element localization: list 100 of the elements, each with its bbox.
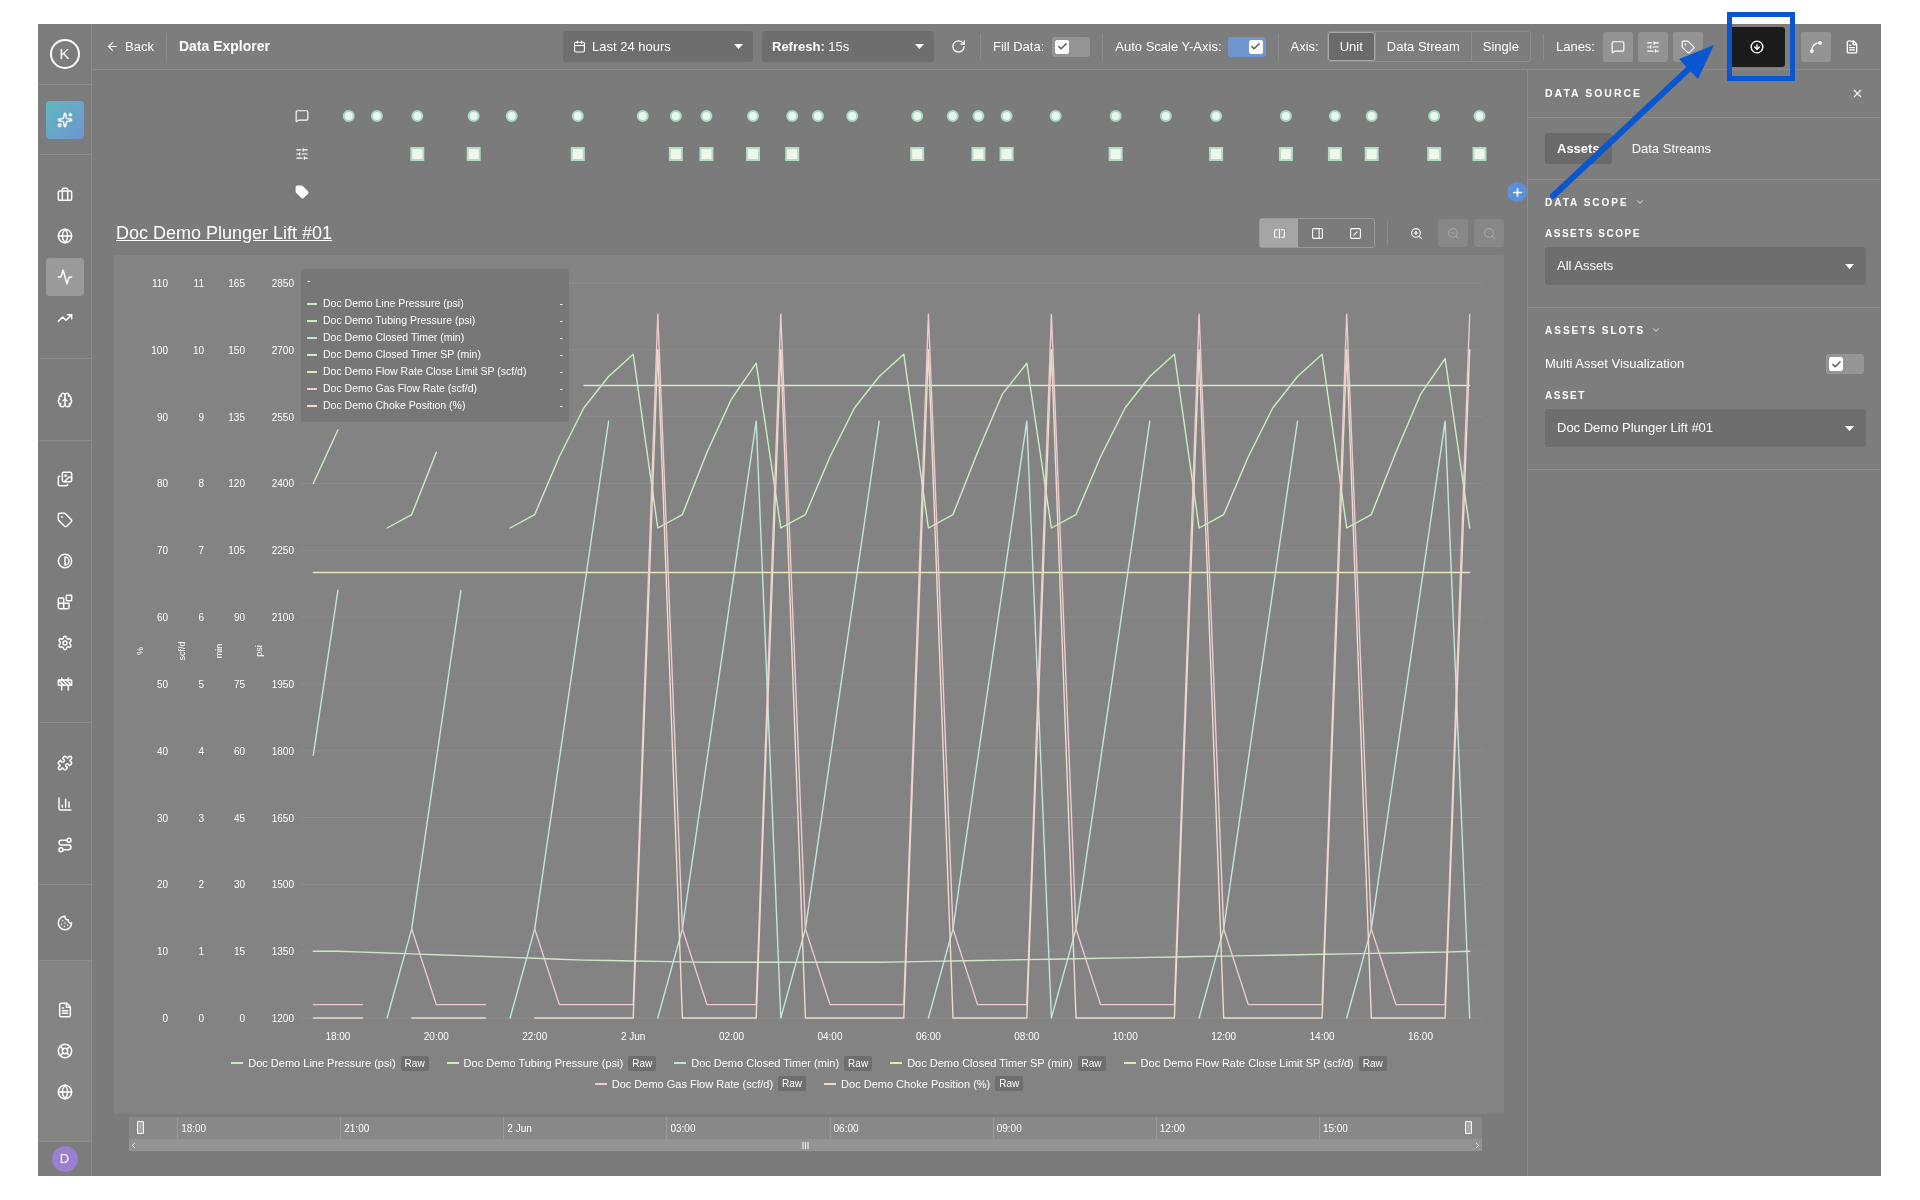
- y-tick-label: 1950: [271, 678, 294, 690]
- axis-option[interactable]: Single: [1470, 32, 1530, 61]
- lifebuoy-icon: [56, 1043, 73, 1059]
- series-name: Doc Demo Closed Timer SP (min): [323, 346, 482, 362]
- y-tick-label: 1200: [271, 1013, 294, 1024]
- x-tick-label: 12:00: [1211, 1031, 1237, 1042]
- legend-label[interactable]: Doc Demo Closed Timer (min): [691, 1055, 840, 1072]
- y-tick-label: 3: [198, 812, 204, 824]
- puzzle-icon: [56, 754, 73, 771]
- chart-title[interactable]: Doc Demo Plunger Lift #01: [116, 219, 333, 247]
- y-tick-label: 9: [198, 411, 204, 423]
- back-button[interactable]: Back: [106, 32, 167, 61]
- range-handle[interactable]: [137, 1121, 144, 1134]
- scroll-left-icon[interactable]: [129, 1140, 138, 1150]
- y-tick-label: 11: [193, 278, 204, 289]
- highlight-frame: [1727, 12, 1795, 81]
- range-handle[interactable]: [1465, 1121, 1472, 1134]
- x-tick-label: 20:00: [423, 1031, 449, 1042]
- y-tick-label: 75: [233, 678, 245, 690]
- x-tick-label: 08:00: [1014, 1031, 1040, 1042]
- y-tick-label: 1800: [271, 745, 294, 757]
- briefcase-icon: [56, 187, 73, 203]
- timeline-label: 2 Jun: [507, 1121, 532, 1136]
- refresh-icon[interactable]: [951, 39, 966, 54]
- panel-tab[interactable]: Assets: [1545, 133, 1612, 164]
- panel-toggle[interactable]: [1729, 26, 1785, 67]
- user-avatar[interactable]: D: [51, 1146, 78, 1172]
- lanes-label: Lanes:: [1555, 37, 1595, 56]
- y-tick-label: 90: [233, 612, 245, 624]
- y-tick-label: 1: [198, 946, 204, 958]
- section-header[interactable]: ASSETS SLOTS: [1545, 322, 1864, 338]
- y-tick-label: 1650: [271, 812, 294, 824]
- y-tick-label: 100: [151, 344, 168, 356]
- timeline-navigator[interactable]: 18:00 21:00 2 Jun 03:00 06:00 09:00 12:00 15:00: [129, 1117, 1482, 1139]
- lane-toggle[interactable]: [1638, 31, 1668, 62]
- legend-swatch: [674, 1062, 687, 1065]
- axis-option[interactable]: Unit: [1327, 32, 1375, 61]
- arrow-left-icon: [106, 40, 119, 53]
- axis-unit: %: [135, 647, 145, 655]
- series-value: -: [559, 312, 563, 328]
- scroll-right-icon[interactable]: [1473, 1140, 1482, 1150]
- legend-label[interactable]: Doc Demo Flow Rate Close Limit SP (scf/d): [1140, 1055, 1354, 1072]
- raw-tag: Raw: [1358, 1055, 1387, 1071]
- page-title: Data Explorer: [178, 37, 270, 56]
- series-name: Doc Demo Closed Timer (min): [323, 329, 466, 345]
- barrier-icon: [56, 676, 73, 692]
- sparkles-icon: [56, 111, 73, 128]
- x-tick-label: 22:00: [522, 1031, 548, 1042]
- y-tick-label: 5: [198, 678, 204, 690]
- axis-option[interactable]: Data Stream: [1374, 32, 1471, 61]
- y-tick-label: 0: [239, 1013, 245, 1024]
- logo[interactable]: K: [49, 39, 80, 69]
- legend-label[interactable]: Doc Demo Line Pressure (psi): [248, 1055, 396, 1072]
- scrollbar[interactable]: [129, 1139, 1482, 1151]
- timeline-label: 09:00: [996, 1121, 1022, 1136]
- select-field[interactable]: Doc Demo Plunger Lift #01: [1545, 409, 1866, 447]
- checkbox[interactable]: [1248, 39, 1263, 54]
- y-tick-label: 165: [228, 278, 245, 289]
- y-tick-label: 4: [198, 745, 204, 757]
- checkbox[interactable]: [1055, 39, 1070, 54]
- auto-scale-label: Auto Scale Y-Axis:: [1115, 37, 1222, 56]
- axis-unit: psi: [254, 645, 264, 657]
- time-range-dropdown[interactable]: Last 24 hours: [563, 31, 753, 62]
- close-icon[interactable]: [1851, 87, 1864, 100]
- legend-swatch: [446, 1062, 459, 1065]
- raw-tag: Raw: [844, 1055, 873, 1071]
- y-tick-label: 2850: [271, 278, 294, 289]
- y-tick-label: 120: [228, 478, 245, 490]
- series-name: Doc Demo Line Pressure (psi): [323, 295, 465, 311]
- field-label: ASSET: [1545, 389, 1587, 403]
- check-icon: [1250, 41, 1262, 52]
- axis-unit: scf/d: [177, 641, 187, 661]
- checkbox[interactable]: [1829, 357, 1843, 371]
- series-value: -: [559, 346, 563, 362]
- legend-label[interactable]: Doc Demo Closed Timer SP (min): [907, 1055, 1073, 1072]
- series-value: -: [559, 363, 563, 379]
- add-button[interactable]: [1507, 182, 1527, 202]
- legend-label[interactable]: Doc Demo Tubing Pressure (psi): [463, 1055, 624, 1072]
- caret-icon: [915, 44, 924, 49]
- y-tick-label: 2250: [271, 545, 294, 557]
- x-tick-label: 04:00: [817, 1031, 843, 1042]
- view-toggle[interactable]: [1260, 219, 1298, 247]
- legend-label[interactable]: Doc Demo Choke Position (%): [841, 1075, 991, 1092]
- blocks-icon: [56, 594, 73, 610]
- lane-toggle[interactable]: [1603, 31, 1633, 62]
- pulse-icon: [56, 269, 73, 285]
- select-field[interactable]: All Assets: [1545, 247, 1866, 285]
- y-tick-label: 8: [198, 478, 204, 490]
- section-header[interactable]: DATA SCOPE: [1545, 194, 1864, 210]
- y-tick-label: 70: [156, 545, 168, 557]
- refresh-dropdown[interactable]: Refresh: 15s: [762, 31, 934, 62]
- y-tick-label: 90: [156, 411, 168, 423]
- field-label: ASSETS SCOPE: [1545, 227, 1642, 241]
- legend-label[interactable]: Doc Demo Gas Flow Rate (scf/d): [611, 1075, 774, 1092]
- y-tick-label: 0: [162, 1013, 168, 1024]
- panel-toggle[interactable]: [1801, 31, 1831, 62]
- y-tick-label: 110: [152, 278, 168, 289]
- panel-tab[interactable]: Data Streams: [1619, 133, 1724, 164]
- sidebar-item[interactable]: [45, 258, 84, 296]
- sidebar-item[interactable]: [45, 100, 84, 139]
